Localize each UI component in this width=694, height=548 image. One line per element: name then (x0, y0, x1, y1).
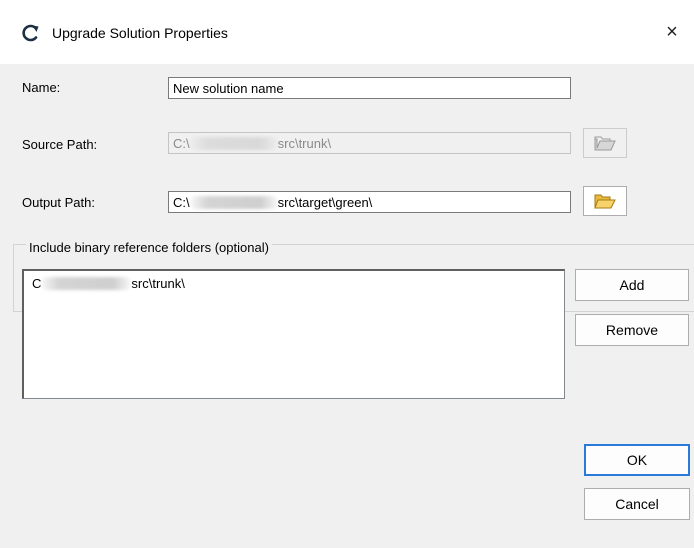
name-label: Name: (22, 80, 61, 95)
ok-button[interactable]: OK (584, 444, 690, 476)
reference-folder-list[interactable]: Csrc\trunk\ (22, 269, 565, 399)
folder-icon (594, 136, 616, 151)
output-path-input[interactable]: C:\ src\target\green\ (168, 191, 571, 213)
output-path-prefix: C:\ (173, 195, 190, 210)
window-title: Upgrade Solution Properties (52, 25, 228, 41)
name-input[interactable] (168, 77, 571, 99)
source-path-prefix: C:\ (173, 136, 190, 151)
redacted-text (189, 137, 278, 150)
source-path-input: C:\ src\trunk\ (168, 132, 571, 154)
remove-button[interactable]: Remove (575, 314, 689, 346)
circular-arrow-icon (22, 24, 39, 42)
output-path-label: Output Path: (22, 195, 95, 210)
list-item-suffix: src\trunk\ (131, 276, 185, 291)
source-path-label: Source Path: (22, 137, 98, 152)
add-button[interactable]: Add (575, 269, 689, 301)
close-button[interactable]: × (650, 14, 694, 50)
source-browse-button[interactable] (583, 128, 627, 158)
redacted-text (41, 277, 132, 290)
list-item[interactable]: Csrc\trunk\ (32, 276, 185, 291)
list-item-prefix: C (32, 276, 42, 291)
source-path-suffix: src\trunk\ (277, 136, 332, 151)
group-legend: Include binary reference folders (option… (26, 240, 272, 255)
redacted-text (189, 196, 278, 209)
output-path-suffix: src\target\green\ (277, 195, 373, 210)
folder-icon (594, 194, 616, 209)
title-bar: Upgrade Solution Properties × (0, 0, 694, 64)
cancel-button[interactable]: Cancel (584, 488, 690, 520)
close-icon: × (666, 20, 678, 43)
output-browse-button[interactable] (583, 186, 627, 216)
